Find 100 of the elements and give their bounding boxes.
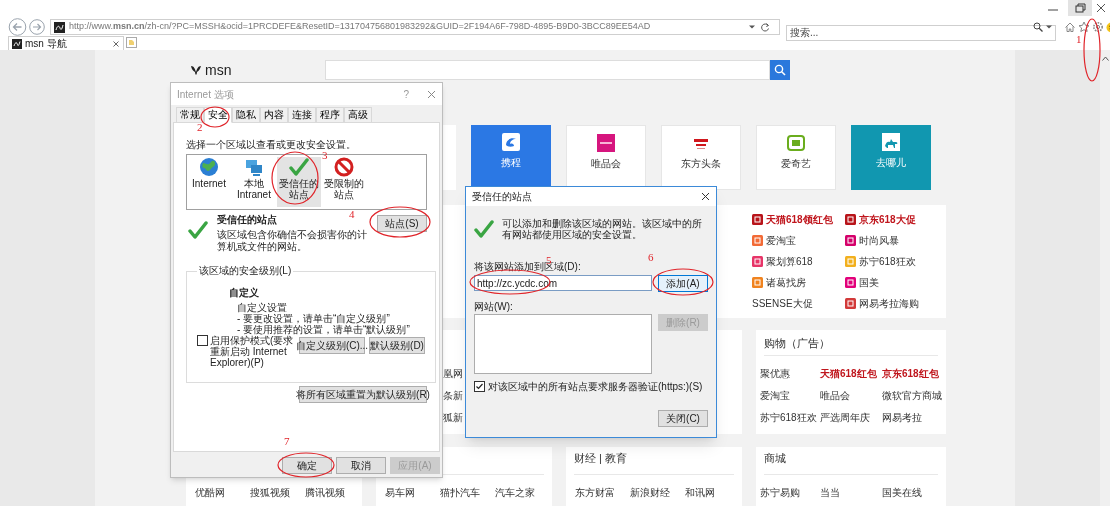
site-link[interactable]: 易车网 [385,484,440,500]
search-field[interactable] [325,60,770,80]
zone-option[interactable]: 本地 Intranet [232,157,276,207]
site-link[interactable]: 爱淘宝 [760,387,820,403]
site-link[interactable]: 严选周年庆 [820,409,882,425]
site-link[interactable]: 搜狐视频 [250,484,305,500]
no-entry-icon [334,157,354,177]
search-icon[interactable] [1033,22,1043,32]
site-link[interactable]: 腾讯视频 [305,484,362,500]
check-icon [289,157,309,177]
promo-link[interactable]: 时尚风暴 [845,230,938,251]
promo-link[interactable]: 诸葛找房 [752,272,845,293]
field-label: 网站(W): [474,301,514,312]
site-link[interactable]: 唯品会 [820,387,882,403]
site-link[interactable]: 苏宁618狂欢 [760,409,820,425]
close-icon[interactable] [112,39,120,48]
home-icon[interactable] [1064,21,1076,33]
logo-icon [752,277,763,288]
dialog-tab[interactable]: 常规 [176,107,204,123]
site-link[interactable]: 新浪财经 [630,484,685,500]
annotation-circle [277,452,335,478]
dialog-button[interactable]: 确定 [282,457,332,474]
logo-icon [597,134,615,152]
logo-icon [787,134,805,152]
site-link[interactable]: 苏宁易购 [760,484,820,500]
site-link[interactable]: 国美在线 [882,484,946,500]
site-link[interactable]: 汽车之家 [495,484,552,500]
promo-link[interactable]: 聚划算618 [752,251,845,272]
annotation-number: 1 [1076,34,1082,45]
site-link[interactable]: 东方财富 [575,484,630,500]
logo-icon [845,214,856,225]
site-link[interactable]: 优酷网 [195,484,250,500]
annotation-circle [652,268,714,296]
logo-icon [845,298,856,309]
logo-icon [752,214,763,225]
annotation-circle [369,206,431,238]
window-title: Internet 选项 [177,87,235,102]
check-icon [474,219,494,239]
logo-icon [845,235,856,246]
caret-down-icon[interactable] [1045,23,1053,31]
default-level-button[interactable]: 默认级别(D) [369,337,425,354]
site-link[interactable]: 和讯网 [685,484,742,500]
checkbox[interactable] [197,335,208,346]
restore-icon[interactable] [1068,0,1092,16]
promo-link[interactable]: 国美 [845,272,938,293]
close-button[interactable]: 关闭(C) [658,410,708,427]
back-icon[interactable] [8,18,27,36]
promo-link[interactable]: 网易考拉海购 [845,293,938,314]
browser-tab[interactable]: msn 导航 [8,36,124,50]
site-icon [54,21,65,33]
prompt-text: 选择一个区域以查看或更改安全设置。 [186,139,356,151]
custom-level-button[interactable]: 自定义级别(C)... [299,337,365,354]
site-link[interactable]: 京东618红包 [882,365,946,381]
annotation-number: 7 [284,436,290,447]
logo-icon [502,133,520,151]
dialog-tab[interactable]: 高级 [344,107,372,123]
close-icon[interactable] [701,192,710,201]
promo-link[interactable]: 京东618大促 [845,209,938,230]
section-title: 购物（广告） [763,336,831,350]
dialog-tab[interactable]: 程序 [316,107,344,123]
promo-link[interactable]: 爱淘宝 [752,230,845,251]
caret-down-icon[interactable] [748,23,756,31]
logo-icon [845,256,856,267]
promo-link[interactable]: SSENSE大促 [752,293,845,314]
search-icon [774,64,786,76]
zone-option[interactable]: Internet [187,157,231,207]
site-tile[interactable]: 爱奇艺 [756,125,836,190]
search-button[interactable] [770,60,790,80]
checkbox[interactable] [474,381,485,392]
annotation-number: 4 [349,209,355,220]
refresh-icon[interactable] [760,22,770,32]
logo-icon [752,256,763,267]
search-field[interactable]: 搜索... [786,24,1056,41]
site-link[interactable]: 网易考拉 [882,409,946,425]
dialog-tab[interactable]: 内容 [260,107,288,123]
annotation-circle [1083,18,1101,82]
site-link[interactable]: 当当 [820,484,882,500]
site-link[interactable]: 聚优惠 [760,365,820,381]
section-title: 商城 [763,451,787,465]
address-bar[interactable]: http://www.msn.cn/zh-cn/?PC=MSSH&ocid=1PRCDEFE&ResetID=131704756801983292&GUID=2F194A6F-798D-4895-B9D0-3BCC89EE54AD [50,19,780,35]
level-description: - 要更改设置，请单击“自定义级别” [237,313,391,324]
caret-up-icon[interactable] [1101,56,1109,61]
site-link[interactable]: 猫扑汽车 [440,484,495,500]
annotation-circle [271,151,319,205]
level-description: - 要使用推荐的设置，请单击“默认级别” [237,324,411,335]
check-icon [188,220,208,240]
dialog-tab[interactable]: 隐私 [232,107,260,123]
promo-link[interactable]: 天猫618领红包 [752,209,845,230]
dialog-tab[interactable]: 连接 [288,107,316,123]
annotation-circle [200,106,230,128]
add-button[interactable]: 添加(A) [658,275,708,292]
promo-link[interactable]: 苏宁618狂欢 [845,251,938,272]
dialog-button[interactable]: 取消 [336,457,386,474]
settings-icon[interactable] [1092,21,1104,33]
site-link[interactable]: 天猫618红包 [820,365,882,381]
annotation-number: 3 [322,150,328,161]
sites-button[interactable]: 站点(S) [377,215,427,232]
site-link[interactable]: 微软官方商城 [882,387,946,403]
star-icon[interactable] [1078,21,1090,33]
site-tile[interactable]: 东方头条 [661,125,741,190]
